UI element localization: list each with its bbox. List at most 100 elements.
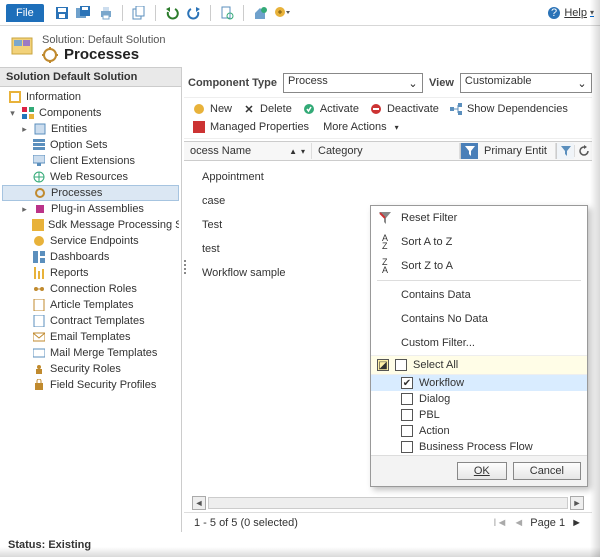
fieldsec-icon <box>32 378 46 392</box>
collapse-icon[interactable]: ▾ <box>8 109 17 118</box>
nav-connection-roles[interactable]: Connection Roles <box>2 281 179 297</box>
copy-icon[interactable] <box>131 5 147 21</box>
nav-option-sets[interactable]: Option Sets <box>2 137 179 153</box>
page-prev-icon[interactable]: ◄ <box>513 517 524 529</box>
checkbox-icon[interactable] <box>395 359 407 371</box>
solution-line: Solution: Default Solution <box>42 34 166 46</box>
client-ext-icon <box>32 154 46 168</box>
popup-divider <box>377 280 581 281</box>
nav-entities[interactable]: ▸Entities <box>2 121 179 137</box>
filter-opt-bpf[interactable]: Business Process Flow <box>371 439 587 455</box>
filter-sort-az[interactable]: AZSort A to Z <box>371 230 587 254</box>
solution-icon <box>10 34 34 58</box>
ok-button[interactable]: OK <box>457 462 507 480</box>
view-select[interactable]: Customizable⌄ <box>460 73 592 93</box>
filter-custom[interactable]: Custom Filter... <box>371 331 587 355</box>
nav-plugin-assemblies[interactable]: ▸Plug-in Assemblies <box>2 201 179 217</box>
page-next-icon[interactable]: ► <box>571 517 582 529</box>
nav-dashboards[interactable]: Dashboards <box>2 249 179 265</box>
splitter-handle[interactable] <box>184 260 186 274</box>
col-primary-entity-filter[interactable] <box>556 143 574 159</box>
checkbox-icon[interactable] <box>401 393 413 405</box>
reports-icon <box>32 266 46 280</box>
nav-information[interactable]: Information <box>2 89 179 105</box>
col-category[interactable]: Category <box>312 143 460 159</box>
save-icon[interactable] <box>54 5 70 21</box>
col-category-filter-active[interactable] <box>460 143 478 159</box>
sdk-icon <box>32 218 44 232</box>
scroll-right-icon[interactable]: ► <box>570 496 584 510</box>
nav-service-endpoints[interactable]: Service Endpoints <box>2 233 179 249</box>
filter-opt-pbl[interactable]: PBL <box>371 407 587 423</box>
checkbox-checked-icon[interactable]: ✔ <box>401 377 413 389</box>
save-all-icon[interactable] <box>76 5 92 21</box>
page-first-icon[interactable]: I◄ <box>493 517 507 529</box>
activate-button[interactable]: Activate <box>302 102 359 116</box>
show-dependencies-button[interactable]: Show Dependencies <box>449 102 568 116</box>
action-dropdown-icon[interactable] <box>274 5 290 21</box>
expand-icon[interactable]: ▸ <box>20 205 29 214</box>
toolbar-separator <box>243 5 244 21</box>
filter-sort-za[interactable]: ZASort Z to A <box>371 254 587 278</box>
filter-opt-action[interactable]: Action <box>371 423 587 439</box>
nav-components[interactable]: ▾Components <box>2 105 179 121</box>
mailmerge-icon <box>32 346 46 360</box>
view-label: View <box>429 77 454 89</box>
file-tab[interactable]: File <box>6 4 44 22</box>
chevron-down-icon: ▾ <box>301 147 305 156</box>
checkbox-icon[interactable] <box>401 425 413 437</box>
record-count: 1 - 5 of 5 (0 selected) <box>194 517 298 529</box>
expand-icon[interactable]: ▸ <box>20 125 29 134</box>
filter-contains-data[interactable]: Contains Data <box>371 283 587 307</box>
nav-reports[interactable]: Reports <box>2 265 179 281</box>
more-actions-button[interactable]: More Actions▾ <box>323 121 399 133</box>
col-primary-entity[interactable]: Primary Entit <box>478 143 556 159</box>
print-icon[interactable] <box>98 5 114 21</box>
nav-article-templates[interactable]: Article Templates <box>2 297 179 313</box>
filter-opt-workflow[interactable]: ✔Workflow <box>371 375 587 391</box>
deactivate-button[interactable]: Deactivate <box>369 102 439 116</box>
redo-icon[interactable] <box>186 5 202 21</box>
help-link[interactable]: ? Help ▾ <box>547 6 594 20</box>
component-type-select[interactable]: Process⌄ <box>283 73 423 93</box>
refresh-button[interactable] <box>574 145 592 157</box>
filter-contains-no-data[interactable]: Contains No Data <box>371 307 587 331</box>
checkbox-icon[interactable] <box>401 441 413 453</box>
nav-contract-templates[interactable]: Contract Templates <box>2 313 179 329</box>
scroll-track[interactable] <box>208 497 568 509</box>
col-process-name[interactable]: ocess Name▲▾ <box>184 143 312 159</box>
nav-field-security[interactable]: Field Security Profiles <box>2 377 179 393</box>
scroll-left-icon[interactable]: ◄ <box>192 496 206 510</box>
popup-buttons: OK Cancel <box>371 455 587 486</box>
home-plus-icon[interactable] <box>252 5 268 21</box>
toolbar-separator <box>210 5 211 21</box>
search-doc-icon[interactable] <box>219 5 235 21</box>
nav-email-templates[interactable]: Email Templates <box>2 329 179 345</box>
nav-sdk-message[interactable]: Sdk Message Processing S... <box>2 217 179 233</box>
page-title: Processes <box>64 46 139 63</box>
svg-text:?: ? <box>551 7 557 19</box>
managed-icon <box>192 120 206 134</box>
filter-select-all[interactable]: ◪ Select All <box>371 355 587 375</box>
nav-mail-merge[interactable]: Mail Merge Templates <box>2 345 179 361</box>
filter-row: Component Type Process⌄ View Customizabl… <box>184 67 592 97</box>
contract-icon <box>32 314 46 328</box>
managed-properties-button[interactable]: Managed Properties <box>192 120 309 134</box>
nav-security-roles[interactable]: Security Roles <box>2 361 179 377</box>
filter-reset[interactable]: Reset Filter <box>371 206 587 230</box>
activate-icon <box>302 102 316 116</box>
help-label: Help <box>564 7 587 19</box>
nav-processes[interactable]: Processes <box>2 185 179 201</box>
entity-icon <box>33 122 47 136</box>
new-button[interactable]: New <box>192 102 232 116</box>
horizontal-scrollbar[interactable]: ◄ ► <box>184 494 592 512</box>
delete-button[interactable]: ✕Delete <box>242 102 292 116</box>
pager-row: 1 - 5 of 5 (0 selected) I◄ ◄ Page 1 ► <box>184 512 592 532</box>
nav-client-extensions[interactable]: Client Extensions <box>2 153 179 169</box>
filter-opt-dialog[interactable]: Dialog <box>371 391 587 407</box>
checkbox-icon[interactable] <box>401 409 413 421</box>
undo-icon[interactable] <box>164 5 180 21</box>
nav-web-resources[interactable]: Web Resources <box>2 169 179 185</box>
cancel-button[interactable]: Cancel <box>513 462 581 480</box>
grid-row[interactable]: Appointment <box>202 165 592 189</box>
